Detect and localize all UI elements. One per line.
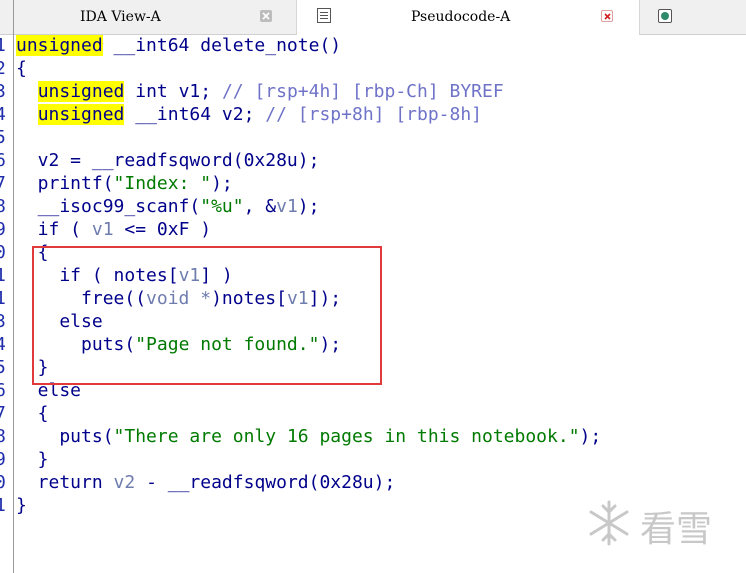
code-text: puts("There are only 16 pages in this no… <box>16 425 601 448</box>
code-token: } <box>16 495 27 516</box>
line-number: 1 <box>0 265 6 286</box>
line-number: 4 <box>0 104 6 125</box>
string-literal: "%u" <box>200 196 244 217</box>
code-token: __isoc99_scanf( <box>16 196 201 217</box>
code-token: v2 = __readfsqword(0x28u); <box>16 150 320 171</box>
code-token: printf( <box>16 173 114 194</box>
code-line[interactable]: 1 unsigned __int64 delete_note() <box>0 34 746 57</box>
tab-ida-view[interactable]: IDA View-A <box>0 0 294 34</box>
line-number: 9 <box>0 219 6 240</box>
code-token: { <box>16 403 49 424</box>
code-token: ); <box>211 173 233 194</box>
code-text: { <box>16 57 27 80</box>
code-text: printf("Index: "); <box>16 172 233 195</box>
line-number: 1 <box>0 288 6 309</box>
code-token: __int64 v2; <box>124 104 266 125</box>
code-line[interactable]: 8 puts("There are only 16 pages in this … <box>0 425 746 448</box>
line-number: 1 <box>0 495 6 516</box>
code-text: __isoc99_scanf("%u", &v1); <box>16 195 320 218</box>
variable: v2 <box>113 472 136 493</box>
tab-label: Pseudocode-A <box>411 9 511 25</box>
string-literal: "There are only 16 pages in this noteboo… <box>113 426 580 447</box>
pseudocode-icon <box>317 8 331 23</box>
line-number: 1 <box>0 35 6 56</box>
code-line[interactable]: 9 } <box>0 448 746 471</box>
code-token: { <box>16 58 27 79</box>
highlighted-keyword: unsigned <box>37 104 125 125</box>
close-icon[interactable] <box>601 10 613 22</box>
tab-pseudocode[interactable]: Pseudocode-A <box>296 0 640 35</box>
tab-hex-view[interactable] <box>641 0 746 34</box>
line-number: 6 <box>0 150 6 171</box>
code-text: unsigned __int64 delete_note() <box>16 34 341 57</box>
line-number: 5 <box>0 357 6 378</box>
line-number: 3 <box>0 81 6 102</box>
watermark-text: 看雪 <box>640 509 713 550</box>
code-line[interactable]: 3 unsigned int v1; // [rsp+4h] [rbp-Ch] … <box>0 80 746 103</box>
line-number: 0 <box>0 242 6 263</box>
code-token: return <box>16 472 114 493</box>
code-line[interactable]: 4 unsigned __int64 v2; // [rsp+8h] [rbp-… <box>0 103 746 126</box>
code-token: ); <box>579 426 602 447</box>
code-line[interactable]: 9 if ( v1 <= 0xF ) <box>0 218 746 241</box>
code-line[interactable]: 2{ <box>0 57 746 80</box>
variable: v1 <box>276 196 298 217</box>
code-line[interactable]: 5 <box>0 126 746 149</box>
snowflake-icon <box>589 500 629 546</box>
line-number: 7 <box>0 173 6 194</box>
code-line[interactable]: 7 printf("Index: "); <box>0 172 746 195</box>
highlighted-keyword: unsigned <box>37 81 125 102</box>
tab-bar: IDA View-A Pseudocode-A <box>0 0 746 35</box>
line-number: 6 <box>0 380 6 401</box>
code-text: unsigned int v1; // [rsp+4h] [rbp-Ch] BY… <box>16 80 504 103</box>
line-number: 5 <box>0 127 6 148</box>
code-text: unsigned __int64 v2; // [rsp+8h] [rbp-8h… <box>16 103 482 126</box>
code-text: return v2 - __readfsqword(0x28u); <box>16 471 396 494</box>
highlighted-keyword: unsigned <box>16 35 103 56</box>
code-text: v2 = __readfsqword(0x28u); <box>16 149 320 172</box>
code-token: ); <box>297 196 320 217</box>
hex-view-icon <box>658 9 672 23</box>
comment: // [rsp+8h] [rbp-8h] <box>265 104 483 125</box>
code-token: int v1; <box>124 81 222 102</box>
code-token: if ( <box>16 219 92 240</box>
watermark: 看雪 <box>582 496 732 552</box>
code-line[interactable]: 0 return v2 - __readfsqword(0x28u); <box>0 471 746 494</box>
annotation-highlight-box <box>32 246 382 385</box>
line-number: 2 <box>0 58 6 79</box>
code-line[interactable]: 6 v2 = __readfsqword(0x28u); <box>0 149 746 172</box>
code-text: { <box>16 402 49 425</box>
line-number: 4 <box>0 334 6 355</box>
tab-label: IDA View-A <box>80 9 161 25</box>
variable: v1 <box>91 219 114 240</box>
line-number: 3 <box>0 311 6 332</box>
line-number: 8 <box>0 426 6 447</box>
line-number: 7 <box>0 403 6 424</box>
line-number: 9 <box>0 449 6 470</box>
string-literal: "Index: " <box>113 173 212 194</box>
code-text: if ( v1 <= 0xF ) <box>16 218 211 241</box>
close-icon[interactable] <box>260 10 272 22</box>
code-token: } <box>16 449 49 470</box>
code-token: , & <box>243 196 277 217</box>
code-token: - __readfsqword(0x28u); <box>135 472 396 493</box>
code-line[interactable]: 8 __isoc99_scanf("%u", &v1); <box>0 195 746 218</box>
comment: // [rsp+4h] [rbp-Ch] BYREF <box>221 81 504 102</box>
code-line[interactable]: 7 { <box>0 402 746 425</box>
code-token: puts( <box>16 426 114 447</box>
code-text: } <box>16 448 49 471</box>
code-token: __int64 delete_note() <box>102 35 342 56</box>
code-token: <= 0xF ) <box>113 219 212 240</box>
code-text: } <box>16 494 27 517</box>
line-number: 8 <box>0 196 6 217</box>
line-number: 0 <box>0 472 6 493</box>
